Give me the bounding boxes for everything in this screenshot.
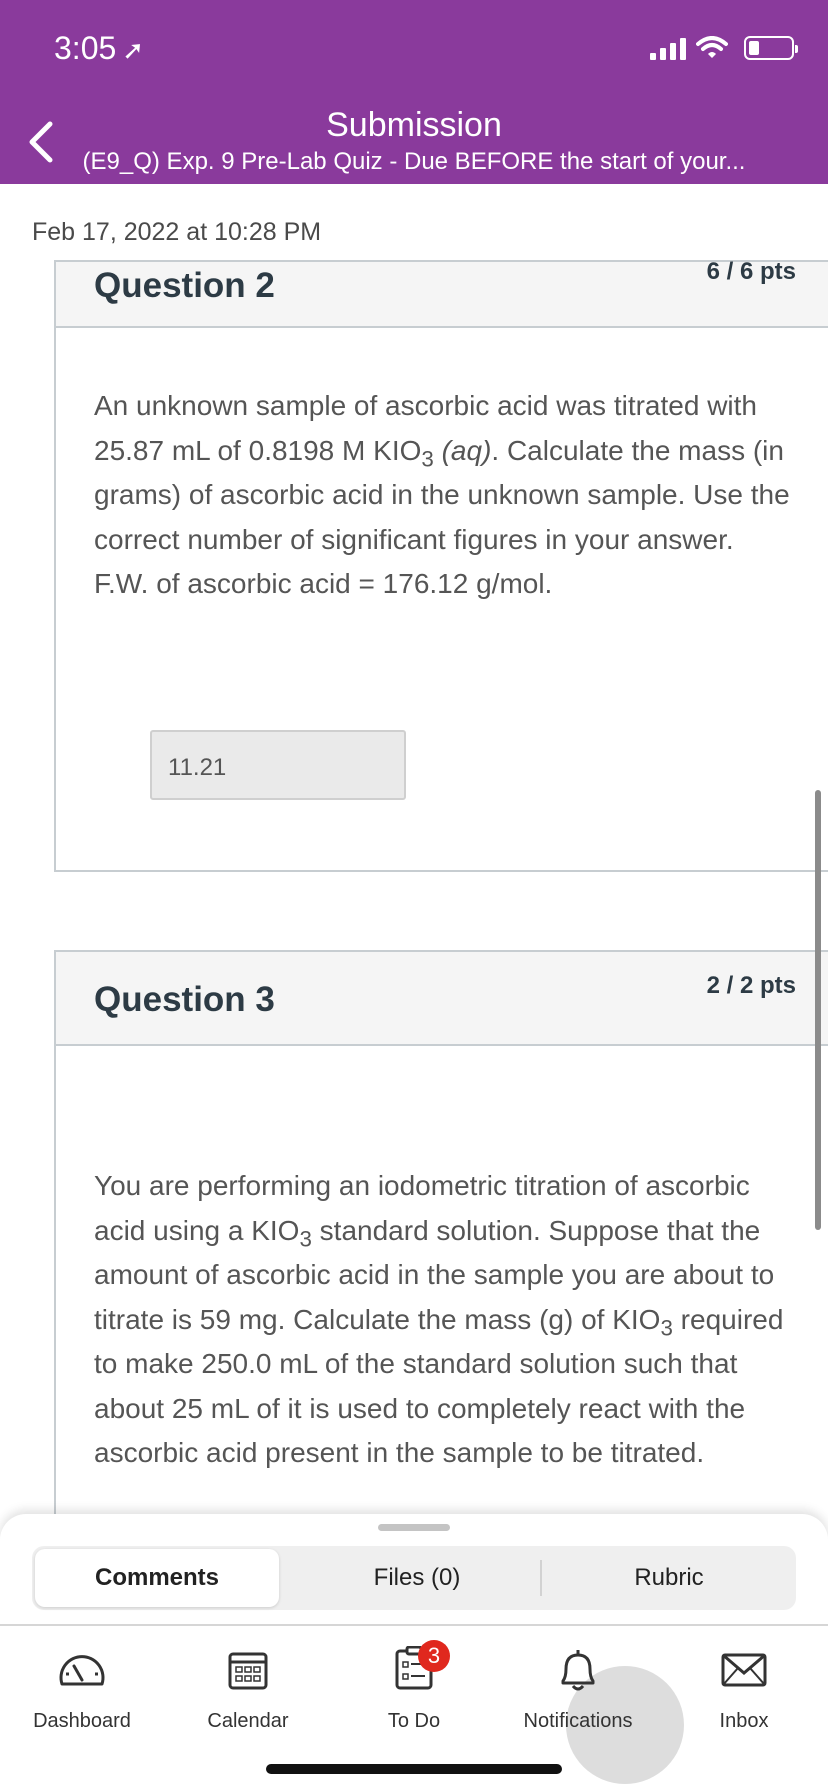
envelope-icon bbox=[721, 1653, 767, 1687]
status-bar-icons bbox=[650, 36, 798, 60]
submission-date: Feb 17, 2022 at 10:28 PM bbox=[32, 218, 322, 246]
segment-files[interactable]: Files (0) bbox=[292, 1546, 542, 1610]
tab-dashboard[interactable]: Dashboard bbox=[10, 1642, 154, 1733]
calendar-icon bbox=[228, 1652, 268, 1690]
location-arrow-icon: ➚ bbox=[122, 35, 145, 65]
subscript: 3 bbox=[421, 445, 434, 471]
tab-label: To Do bbox=[387, 1710, 441, 1732]
question-2-title: Question 2 bbox=[94, 266, 275, 305]
cellular-signal-icon bbox=[650, 36, 686, 60]
segment-comments[interactable]: Comments bbox=[35, 1549, 279, 1607]
question-3-title: Question 3 bbox=[94, 980, 275, 1019]
tab-label: Calendar bbox=[207, 1710, 289, 1732]
status-bar-time: 3:05 ➚ bbox=[54, 30, 144, 67]
todo-icon-wrap: 3 bbox=[394, 1639, 450, 1695]
wifi-icon bbox=[696, 36, 728, 58]
question-text-segment bbox=[434, 435, 442, 466]
app-header: 3:05 ➚ Submission (E9_Q) Exp. 9 Pre-Lab Q… bbox=[0, 0, 828, 184]
segment-rubric[interactable]: Rubric bbox=[542, 1546, 796, 1610]
subscript: 3 bbox=[660, 1314, 673, 1340]
status-time-text: 3:05 bbox=[54, 30, 117, 66]
tab-todo[interactable]: 3 To Do bbox=[342, 1639, 486, 1733]
speedometer-icon bbox=[59, 1655, 105, 1686]
answer-field: 11.21 bbox=[150, 730, 406, 800]
question-2-text: An unknown sample of ascorbic acid was t… bbox=[94, 384, 794, 607]
drawer-handle[interactable] bbox=[378, 1524, 450, 1531]
battery-icon bbox=[744, 36, 798, 60]
scrollbar[interactable] bbox=[815, 790, 821, 1230]
home-indicator[interactable] bbox=[266, 1764, 562, 1774]
tab-notifications[interactable]: Notifications bbox=[506, 1642, 650, 1733]
question-text-italic: (aq) bbox=[441, 434, 492, 466]
question-3-text: You are performing an iodometric titrati… bbox=[94, 1164, 794, 1476]
question-2-card: Question 2 6 / 6 pts An unknown sample o… bbox=[54, 258, 828, 872]
question-2-header: Question 2 6 / 6 pts bbox=[56, 258, 828, 328]
tab-label: Notifications bbox=[523, 1710, 633, 1732]
page-title: Submission bbox=[326, 106, 502, 144]
segmented-control: Comments Files (0) Rubric bbox=[32, 1546, 796, 1610]
bell-icon bbox=[561, 1650, 595, 1691]
question-3-points: 2 / 2 pts bbox=[706, 972, 796, 999]
todo-badge: 3 bbox=[418, 1639, 450, 1672]
question-3-header: Question 3 2 / 2 pts bbox=[56, 952, 828, 1046]
question-2-points: 6 / 6 pts bbox=[706, 258, 796, 285]
tab-label: Dashboard bbox=[33, 1710, 131, 1732]
tab-calendar[interactable]: Calendar bbox=[176, 1642, 320, 1733]
comments-drawer: Comments Files (0) Rubric Dashboard Cale… bbox=[0, 1514, 828, 1792]
tab-inbox[interactable]: Inbox bbox=[672, 1642, 816, 1733]
page-subtitle: (E9_Q) Exp. 9 Pre-Lab Quiz - Due BEFORE … bbox=[82, 148, 746, 175]
subscript: 3 bbox=[299, 1225, 312, 1251]
tab-label: Inbox bbox=[719, 1710, 769, 1732]
